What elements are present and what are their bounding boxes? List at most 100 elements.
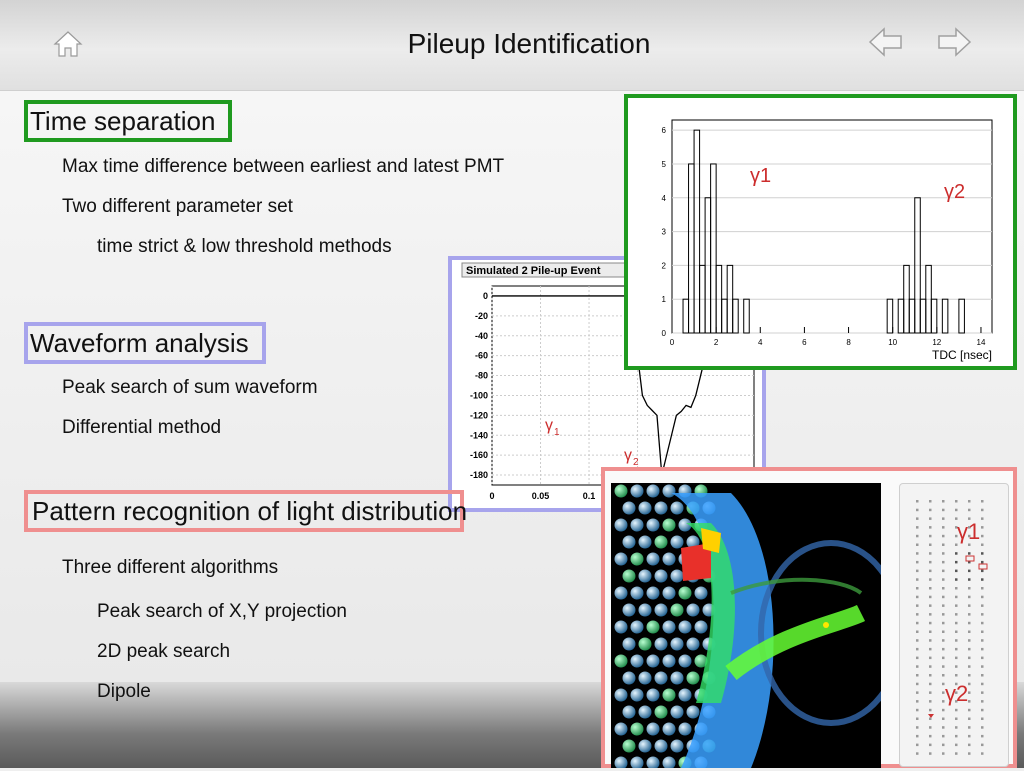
pmt-sphere xyxy=(646,518,660,532)
pmt-map-cell xyxy=(916,682,919,686)
pmt-sphere xyxy=(638,535,652,549)
pmt-map-cell xyxy=(968,569,971,573)
pmt-map-cell xyxy=(968,552,971,555)
pmt-map-cell xyxy=(916,534,919,538)
pmt-sphere xyxy=(614,586,628,600)
pmt-map-cell xyxy=(955,734,958,738)
pmt-sphere xyxy=(646,756,660,768)
pmt-sphere xyxy=(630,552,644,566)
pmt-map-cell xyxy=(916,717,919,720)
detector-event-figure: γ1 γ2 xyxy=(601,467,1017,768)
pmt-map-cell xyxy=(955,500,958,503)
pmt-map-cell xyxy=(968,752,971,755)
pmt-map-cell xyxy=(929,534,932,538)
pmt-map-cell xyxy=(942,508,945,512)
pmt-map-cell xyxy=(981,534,984,538)
pmt-map-cell xyxy=(942,587,945,590)
pmt-map-cell xyxy=(942,543,945,546)
y-tick-label: 0 xyxy=(662,329,667,338)
pmt-map-cell xyxy=(929,595,932,599)
pmt-map-cell xyxy=(942,517,945,520)
pmt-map-cell xyxy=(916,656,919,660)
gamma1-label-wave: γ xyxy=(545,417,553,434)
pmt-map-cell xyxy=(955,595,958,599)
pmt-sphere xyxy=(646,586,660,600)
pmt-sphere xyxy=(686,637,700,651)
pmt-sphere xyxy=(686,705,700,719)
pmt-map-cell xyxy=(916,587,919,590)
x-tick-label: 0.05 xyxy=(532,491,550,501)
pmt-map-cell xyxy=(968,674,971,677)
pmt-sphere xyxy=(622,535,636,549)
heading-pattern-recognition: Pattern recognition of light distributio… xyxy=(24,490,467,532)
y-tick-label: -20 xyxy=(475,311,488,321)
pmt-map-cell xyxy=(929,734,932,738)
pmt-map-cell xyxy=(942,734,945,738)
arrow-left-icon[interactable] xyxy=(868,26,904,58)
pmt-map-cell xyxy=(942,560,945,564)
pmt-map-cell xyxy=(929,587,932,590)
pmt-map-cell xyxy=(929,500,932,503)
pmt-map-cell xyxy=(916,500,919,503)
pmt-sphere xyxy=(614,756,628,768)
pmt-map-cell xyxy=(942,534,945,538)
pmt-sphere xyxy=(694,620,708,634)
pmt-map-cell xyxy=(968,621,971,625)
pmt-map-cell xyxy=(981,526,984,529)
y-tick-label: -180 xyxy=(470,470,488,480)
pmt-map-cell xyxy=(916,552,919,555)
x-tick-label: 0 xyxy=(489,491,494,501)
pmt-sphere xyxy=(614,722,628,736)
pmt-map-cell xyxy=(968,656,971,660)
pmt-map-cell xyxy=(955,717,958,720)
pmt-map-cell xyxy=(916,700,919,703)
pmt-sphere xyxy=(638,705,652,719)
pmt-sphere xyxy=(646,552,660,566)
pmt-map-cell xyxy=(955,726,958,729)
pmt-sphere xyxy=(662,552,676,566)
pmt-sphere xyxy=(654,637,668,651)
pmt-map-cell xyxy=(916,752,919,755)
pmt-sphere xyxy=(630,620,644,634)
pmt-map-cell xyxy=(968,691,971,694)
arrow-right-icon[interactable] xyxy=(936,26,972,58)
pmt-sphere xyxy=(670,739,684,753)
pmt-map-cell xyxy=(981,630,984,633)
pmt-map-cell xyxy=(929,604,932,607)
pmt-map-cell xyxy=(929,700,932,703)
pmt-map-cell xyxy=(955,647,958,651)
pmt-sphere xyxy=(694,586,708,600)
pmt-map-marker xyxy=(928,714,934,718)
tdc-histogram-chart: 01234560 2 4 6 8 10 12 14TDC [nsec]γ1γ2 xyxy=(662,119,993,362)
pmt-map-cell xyxy=(981,595,984,599)
plot-area xyxy=(671,119,993,334)
pmt-map-cell xyxy=(981,717,984,720)
pmt-map-cell xyxy=(942,656,945,660)
pmt-map-cell xyxy=(955,708,958,712)
pmt-map-cell xyxy=(929,613,932,616)
x-tick-label: 12 xyxy=(932,338,941,347)
pmt-map-hit xyxy=(965,555,975,562)
pmt-map-cell xyxy=(981,708,984,712)
y-tick-label: -160 xyxy=(470,450,488,460)
sub-bullet-methods: time strict & low threshold methods xyxy=(97,236,392,257)
y-tick-label: 5 xyxy=(662,160,667,169)
gamma1-label-tdc: γ1 xyxy=(750,165,771,187)
pmt-map-cell xyxy=(916,708,919,712)
pmt-map-cell xyxy=(916,734,919,738)
pmt-map-cell xyxy=(942,674,945,677)
x-axis-label: TDC [nsec] xyxy=(932,348,992,362)
pmt-map-cell xyxy=(942,752,945,755)
pmt-map-cell xyxy=(942,726,945,729)
pmt-map-cell xyxy=(981,682,984,686)
pmt-sphere xyxy=(678,688,692,702)
pmt-sphere xyxy=(630,688,644,702)
pmt-map-cell xyxy=(942,708,945,712)
pmt-sphere xyxy=(638,569,652,583)
pmt-sphere xyxy=(654,501,668,515)
pmt-sphere xyxy=(646,620,660,634)
pmt-map-cell xyxy=(968,682,971,686)
pmt-sphere xyxy=(670,671,684,685)
y-tick-label: 1 xyxy=(662,295,667,304)
pmt-hit-map xyxy=(916,500,988,755)
